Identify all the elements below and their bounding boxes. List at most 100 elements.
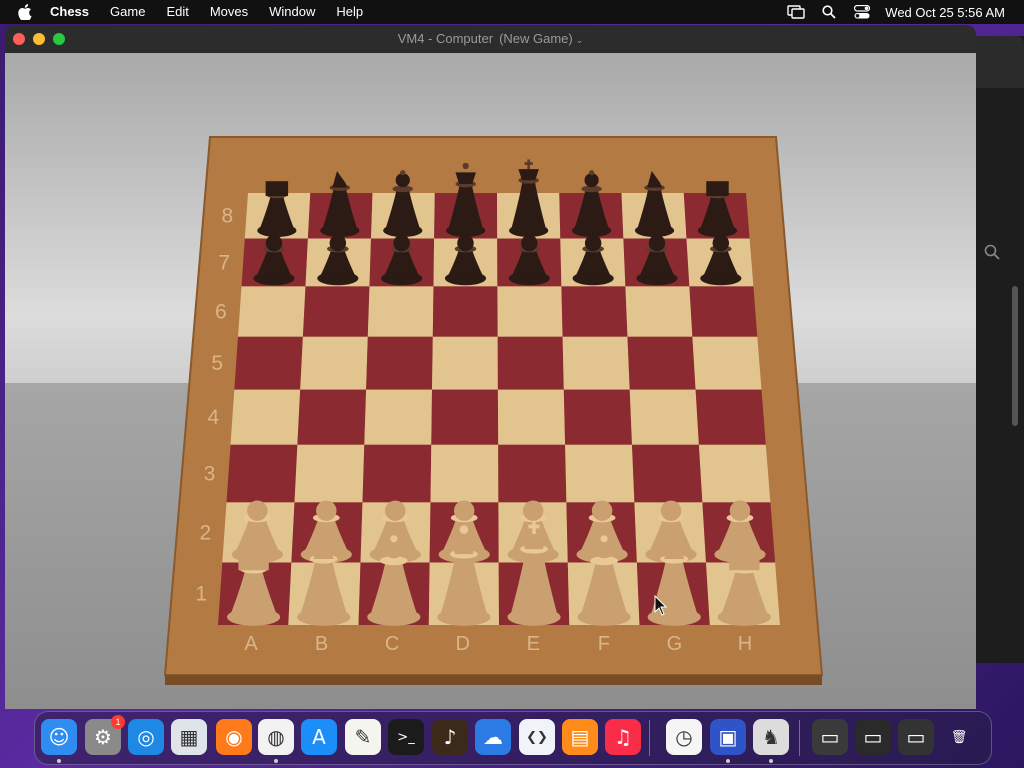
app-store-glyph: A	[312, 725, 326, 749]
menu-game[interactable]: Game	[110, 0, 145, 24]
window-thumbnail-icon[interactable]: ▭	[812, 719, 848, 755]
app-store-icon[interactable]: A	[301, 719, 337, 755]
board-square-e6[interactable]	[497, 286, 563, 337]
running-indicator	[57, 759, 61, 763]
board-square-a5[interactable]	[234, 336, 303, 390]
terminal-icon[interactable]: >_	[388, 719, 424, 755]
board-square-f3[interactable]	[565, 444, 635, 503]
board-square-h6[interactable]	[689, 286, 758, 337]
apple-menu-icon[interactable]	[18, 4, 32, 20]
board-square-h4[interactable]	[695, 389, 766, 445]
chrome-window-thumbnail-icon[interactable]: ▭	[855, 719, 891, 755]
file-label: G	[667, 633, 683, 655]
board-square-a4[interactable]	[230, 389, 301, 445]
board-square-g6[interactable]	[625, 286, 693, 337]
finder-icon[interactable]: ☺	[41, 719, 77, 755]
board-square-b3[interactable]	[294, 444, 365, 503]
window-subtitle[interactable]: (New Game)	[499, 31, 573, 46]
board-square-d6[interactable]	[432, 286, 498, 337]
running-indicator	[274, 759, 278, 763]
menu-help[interactable]: Help	[336, 0, 363, 24]
textedit-icon[interactable]: ✎	[345, 719, 381, 755]
books-glyph: ▤	[570, 725, 590, 749]
board-square-c3[interactable]	[362, 444, 432, 503]
window-titlebar[interactable]: VM4 - Computer (New Game) ⌄	[5, 25, 976, 53]
menu-window[interactable]: Window	[269, 0, 315, 24]
chess-board[interactable]: 8 7 6 5 4 3 2 1 A B C D E F G H	[5, 53, 976, 709]
textedit-glyph: ✎	[354, 725, 372, 749]
vscode-glyph: ❮❯	[526, 729, 548, 745]
board-square-a6[interactable]	[238, 286, 306, 337]
board-square-g3[interactable]	[632, 444, 703, 503]
music-icon[interactable]: ♫	[605, 719, 641, 755]
system-settings-glyph: ⚙	[94, 725, 112, 749]
board-square-b4[interactable]	[297, 389, 367, 445]
file-label: E	[527, 633, 540, 655]
file-label: C	[385, 633, 399, 655]
dock-separator	[799, 720, 800, 756]
menu-bar: Chess Game Edit Moves Window Help Wed Oc…	[0, 0, 1024, 24]
board-square-g4[interactable]	[629, 389, 699, 445]
board-square-b5[interactable]	[300, 336, 368, 390]
chess-icon[interactable]: ♞	[753, 719, 789, 755]
books-icon[interactable]: ▤	[562, 719, 598, 755]
board-square-g5[interactable]	[627, 336, 696, 390]
running-indicator	[726, 759, 730, 763]
board-square-a3[interactable]	[226, 444, 298, 503]
safari-icon[interactable]: ◎	[128, 719, 164, 755]
clock-glyph: ◷	[675, 725, 693, 749]
file-label: A	[244, 633, 258, 655]
board-square-e4[interactable]	[497, 389, 566, 445]
board-square-b6[interactable]	[302, 286, 370, 337]
board-square-f6[interactable]	[561, 286, 628, 337]
board-square-f5[interactable]	[562, 336, 630, 390]
board-square-c6[interactable]	[367, 286, 434, 337]
chess-scene: 8 7 6 5 4 3 2 1 A B C D E F G H	[5, 53, 976, 709]
file-label: B	[315, 633, 328, 655]
chevron-down-icon[interactable]: ⌄	[576, 35, 584, 45]
board-square-d3[interactable]	[430, 444, 499, 503]
screen-sharing-icon[interactable]: ▣	[710, 719, 746, 755]
menu-moves[interactable]: Moves	[210, 0, 248, 24]
window-thumbnail-glyph: ▭	[820, 725, 840, 749]
board-square-d4[interactable]	[431, 389, 499, 445]
safari-glyph: ◎	[137, 725, 155, 749]
chess-window: VM4 - Computer (New Game) ⌄ 8 7 6 5 4 3 2 1 A B C D E F…	[5, 25, 976, 709]
board-square-e5[interactable]	[497, 336, 564, 390]
menu-edit[interactable]: Edit	[166, 0, 188, 24]
trash-icon[interactable]: 🗑	[941, 719, 977, 755]
weather-icon[interactable]: ☁	[475, 719, 511, 755]
firefox-icon[interactable]: ◉	[216, 719, 252, 755]
chrome-window-thumbnail-glyph: ▭	[863, 725, 883, 749]
background-window-scrollbar[interactable]	[1012, 286, 1018, 426]
board-square-h5[interactable]	[692, 336, 762, 390]
spotlight-search-icon[interactable]	[819, 0, 839, 24]
garageband-icon[interactable]: ♪	[432, 719, 468, 755]
rank-label: 5	[211, 352, 223, 375]
chess-glyph: ♞	[762, 725, 780, 749]
background-window-toolbar	[976, 36, 1024, 88]
search-icon[interactable]	[984, 244, 1008, 268]
vm-window-thumbnail-icon[interactable]: ▭	[898, 719, 934, 755]
board-square-d5[interactable]	[432, 336, 498, 390]
running-indicator	[769, 759, 773, 763]
vscode-icon[interactable]: ❮❯	[519, 719, 555, 755]
chrome-icon[interactable]: ◍	[258, 719, 294, 755]
board-square-h3[interactable]	[698, 444, 771, 503]
control-center-icon[interactable]	[852, 0, 872, 24]
dock: ☺ ⚙ 1 ◎ ▦ ◉ ◍ A ✎ >_ ♪ ☁ ❮❯ ▤ ♫ ◷ ▣ ♞ ▭ ▭ ▭ 🗑	[34, 711, 992, 765]
board-square-f4[interactable]	[563, 389, 632, 445]
board-square-c4[interactable]	[364, 389, 432, 445]
file-label: D	[455, 633, 469, 655]
board-square-e3[interactable]	[498, 444, 567, 503]
rank-label: 7	[218, 252, 230, 275]
system-settings-icon[interactable]: ⚙ 1	[85, 715, 125, 755]
terminal-glyph: >_	[397, 729, 415, 745]
screen-mirroring-icon[interactable]	[786, 0, 806, 24]
clock-icon[interactable]: ◷	[666, 719, 702, 755]
menu-clock[interactable]: Wed Oct 25 5:56 AM	[885, 5, 1005, 20]
launchpad-icon[interactable]: ▦	[171, 719, 207, 755]
board-square-c5[interactable]	[366, 336, 433, 390]
screen-sharing-glyph: ▣	[718, 725, 738, 749]
menu-app-name[interactable]: Chess	[50, 0, 89, 24]
